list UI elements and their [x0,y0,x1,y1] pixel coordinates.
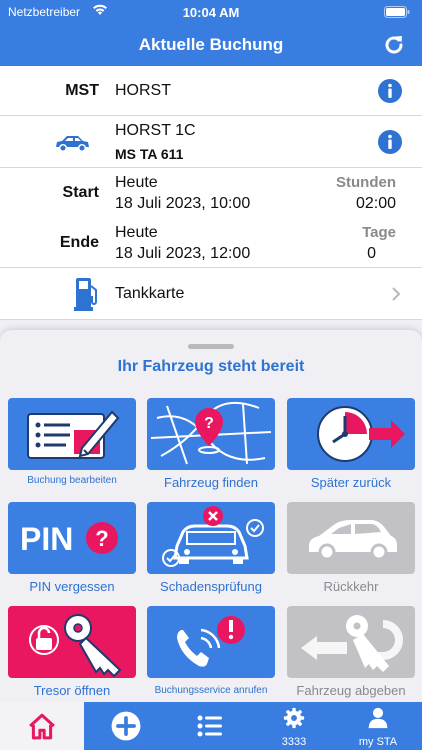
navbar: Aktuelle Buchung [0,24,422,66]
clock-arrow-icon [317,406,405,462]
tab-bar: 3333 my STA [0,702,422,750]
open-safe-button[interactable] [8,606,136,678]
return-later-label: Später zurück [310,475,392,490]
forgot-pin-label: PIN vergessen [29,579,115,594]
vehicle-plate: MS TA 611 [115,146,184,162]
refresh-icon[interactable] [382,33,406,57]
phone-alert-icon [177,616,245,667]
info-icon[interactable] [378,79,402,103]
edit-booking-button[interactable] [8,398,136,470]
car-return-icon [309,520,397,561]
days-label: Tage [362,224,396,241]
damage-check-label: Schadensprüfung [160,579,262,594]
find-vehicle-button[interactable]: ? [147,398,275,470]
damage-check-icon [162,506,264,567]
plus-icon [111,711,141,741]
tab-profile[interactable]: my STA [336,702,420,750]
mst-row: MST HORST [0,66,422,116]
list-icon [197,715,222,737]
car-icon [56,136,89,153]
pin-text: PIN [20,521,73,557]
tab-home[interactable] [0,702,84,750]
mst-label: MST [65,82,99,99]
end-label: Ende [59,234,99,251]
svg-text:?: ? [204,415,214,432]
info-icon[interactable] [378,130,402,154]
user-icon [368,707,388,729]
start-datetime: 18 Juli 2023, 10:00 [115,195,251,212]
fuel-card-row[interactable]: Tankkarte [0,268,422,320]
vehicle-name: HORST 1C [115,122,196,139]
mst-value: HORST [115,82,171,99]
home-icon [29,713,55,740]
pin-question-icon: PIN ? [20,521,118,557]
actions-sheet: Ihr Fahrzeug steht bereit Buchung bearbe… [0,330,422,702]
days-value: 0 [367,245,376,262]
tab-bookings-list[interactable] [168,702,252,750]
find-vehicle-label: Fahrzeug finden [164,475,258,490]
start-label: Start [62,184,99,201]
svg-text:?: ? [95,526,108,551]
page-title: Aktuelle Buchung [138,35,284,54]
battery-icon [384,6,410,18]
lock-key-icon [29,614,122,678]
edit-booking-icon [27,410,120,459]
fuel-pump-icon [74,278,97,311]
return-button [287,502,415,574]
return-later-button[interactable] [287,398,415,470]
damage-check-button[interactable] [147,502,275,574]
booking-period-row: Start Heute 18 Juli 2023, 10:00 Stunden … [0,168,422,268]
status-bar: Netzbetreiber 10:04 AM [0,0,422,24]
return-label: Rückkehr [323,579,379,594]
tab-new-booking[interactable] [84,702,168,750]
vehicle-row: HORST 1C MS TA 611 [0,116,422,168]
chevron-right-icon [392,287,400,301]
sheet-handle[interactable] [188,344,234,349]
hand-over-vehicle-label: Fahrzeug abgeben [296,683,406,698]
sheet-title: Ihr Fahrzeug steht bereit [117,358,305,375]
key-return-icon [301,615,403,672]
call-booking-service-button[interactable] [147,606,275,678]
fuel-card-label: Tankkarte [115,285,185,302]
map-pin-icon: ? [150,401,272,465]
hand-over-vehicle-button [287,606,415,678]
end-datetime: 18 Juli 2023, 12:00 [115,245,251,262]
forgot-pin-button[interactable]: PIN ? [8,502,136,574]
hours-label: Stunden [336,174,396,191]
call-booking-service-label: Buchungsservice anrufen [154,685,268,696]
tab-settings[interactable]: 3333 [252,702,336,750]
end-day: Heute [115,224,158,241]
tab-profile-label: my STA [358,736,398,748]
tab-settings-label: 3333 [281,736,307,748]
edit-booking-label: Buchung bearbeiten [27,475,117,486]
hours-value: 02:00 [355,195,396,212]
open-safe-label: Tresor öffnen [33,683,111,698]
start-day: Heute [115,174,158,191]
clock: 10:04 AM [182,5,240,20]
gear-icon [283,707,305,729]
